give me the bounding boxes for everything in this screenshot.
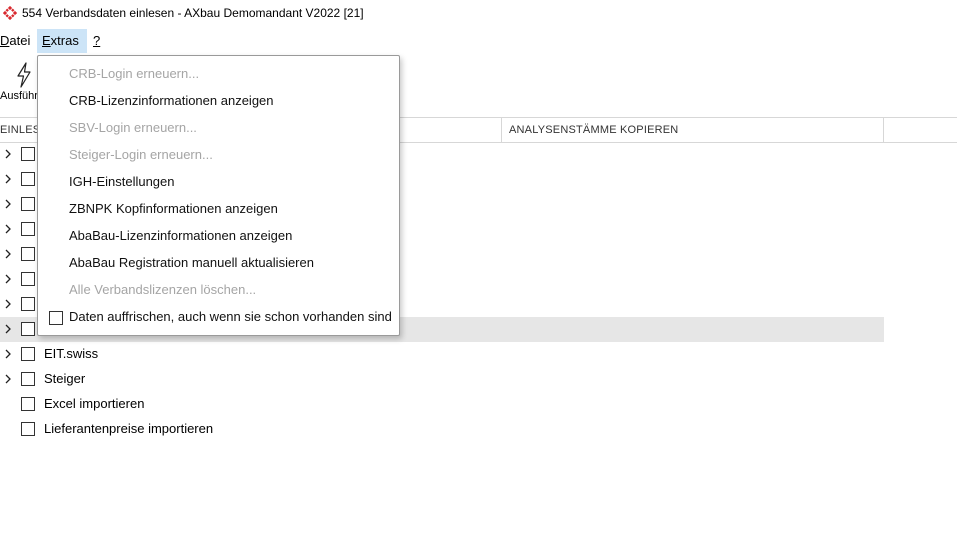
tree-row-label: Lieferantenpreise importieren — [44, 421, 214, 436]
chevron-right-icon[interactable] — [2, 323, 14, 335]
tree-row-label: Excel importieren — [44, 396, 145, 411]
menu-item-crb-login: CRB-Login erneuern... — [69, 66, 200, 81]
row-checkbox[interactable] — [21, 247, 35, 261]
tree-row-label: EIT.swiss — [44, 346, 99, 361]
tree-row-excel-importieren[interactable]: Excel importieren — [0, 392, 884, 417]
menu-item-sbv-login: SBV-Login erneuern... — [69, 120, 197, 135]
row-checkbox[interactable] — [21, 347, 35, 361]
app-logo-icon — [3, 6, 17, 20]
title-bar: 554 Verbandsdaten einlesen - AXbau Demom… — [0, 0, 957, 26]
row-checkbox[interactable] — [21, 147, 35, 161]
row-checkbox[interactable] — [21, 397, 35, 411]
chevron-right-icon[interactable] — [2, 273, 14, 285]
tree-row-eit-swiss[interactable]: EIT.swiss — [0, 342, 884, 367]
menu-item-ababau-registration[interactable]: AbaBau Registration manuell aktualisiere… — [38, 250, 399, 277]
tree-row-steiger[interactable]: Steiger — [0, 367, 884, 392]
menu-item-verbandslizenzen-loeschen: Alle Verbandslizenzen löschen... — [69, 282, 257, 297]
extras-dropdown-menu: CRB-Login erneuern... CRB-Lizenzinformat… — [37, 55, 400, 336]
column-header-einlesen[interactable]: EINLES — [0, 118, 40, 142]
row-checkbox[interactable] — [21, 372, 35, 386]
row-checkbox[interactable] — [21, 222, 35, 236]
menu-bar: Datei Extras ? — [0, 29, 957, 53]
run-button[interactable]: Ausführ — [0, 60, 40, 104]
menu-datei[interactable]: Datei — [0, 29, 35, 53]
menu-help[interactable]: ? — [88, 29, 105, 53]
menu-extras[interactable]: Extras — [37, 29, 87, 53]
menu-item-crb-lizenzinformationen[interactable]: CRB-Lizenzinformationen anzeigen — [38, 88, 399, 115]
run-button-label: Ausführ — [0, 90, 38, 102]
chevron-right-icon[interactable] — [2, 348, 14, 360]
row-checkbox[interactable] — [21, 322, 35, 336]
column-header-analysenstaemme[interactable]: ANALYSENSTÄMME KOPIEREN — [509, 118, 678, 142]
row-checkbox[interactable] — [21, 272, 35, 286]
chevron-right-icon[interactable] — [2, 298, 14, 310]
chevron-right-icon[interactable] — [2, 248, 14, 260]
menu-item-zbnpk-kopfinformationen[interactable]: ZBNPK Kopfinformationen anzeigen — [38, 196, 399, 223]
tree-row-label: Steiger — [44, 371, 86, 386]
row-checkbox[interactable] — [21, 172, 35, 186]
chevron-right-icon[interactable] — [2, 148, 14, 160]
chevron-right-icon[interactable] — [2, 173, 14, 185]
chevron-right-icon[interactable] — [2, 198, 14, 210]
menu-item-steiger-login: Steiger-Login erneuern... — [69, 147, 213, 162]
chevron-right-icon[interactable] — [2, 223, 14, 235]
tree-row-lieferantenpreise[interactable]: Lieferantenpreise importieren — [0, 417, 884, 442]
chevron-right-icon[interactable] — [2, 373, 14, 385]
window-title: 554 Verbandsdaten einlesen - AXbau Demom… — [22, 6, 364, 20]
daten-auffrischen-checkbox[interactable] — [49, 311, 63, 325]
menu-item-igh-einstellungen[interactable]: IGH-Einstellungen — [38, 169, 399, 196]
column-separator[interactable] — [501, 118, 502, 142]
row-checkbox[interactable] — [21, 197, 35, 211]
menu-item-ababau-lizenzinformationen[interactable]: AbaBau-Lizenzinformationen anzeigen — [38, 223, 399, 250]
row-checkbox[interactable] — [21, 422, 35, 436]
row-checkbox[interactable] — [21, 297, 35, 311]
lightning-bolt-icon — [17, 62, 31, 88]
menu-item-daten-auffrischen[interactable]: Daten auffrischen, auch wenn sie schon v… — [38, 304, 399, 331]
column-separator[interactable] — [883, 118, 884, 142]
